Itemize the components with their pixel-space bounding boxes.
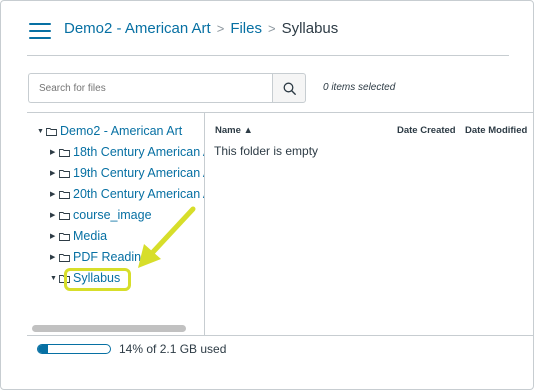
column-header-date-created[interactable]: Date Created — [397, 125, 456, 136]
collapsed-triangle-icon[interactable]: ▶ — [50, 211, 58, 219]
file-list: Name ▲ Date Created Date Modified This f… — [206, 113, 533, 335]
hamburger-menu-icon[interactable] — [29, 23, 51, 39]
breadcrumb-files-link[interactable]: Files — [230, 20, 262, 37]
search-input[interactable] — [28, 73, 272, 103]
tree-item-label: 20th Century American Art — [73, 187, 205, 201]
quota-progress-bar — [37, 344, 111, 354]
collapsed-triangle-icon[interactable]: ▶ — [50, 253, 58, 261]
collapsed-triangle-icon[interactable]: ▶ — [50, 190, 58, 198]
syllabus-highlight-callout — [64, 268, 131, 291]
tree-root[interactable]: ▼ Demo2 - American Art — [37, 122, 182, 140]
column-header-name[interactable]: Name ▲ — [215, 125, 253, 136]
breadcrumb-separator: > — [267, 21, 276, 36]
collapsed-triangle-icon[interactable]: ▶ — [50, 169, 58, 177]
folder-icon — [59, 253, 70, 262]
column-header-date-modified[interactable]: Date Modified — [465, 125, 527, 136]
empty-folder-message: This folder is empty — [214, 144, 319, 158]
quota-text: 14% of 2.1 GB used — [119, 342, 227, 356]
selected-count: 0 items selected — [323, 82, 396, 93]
breadcrumb-separator: > — [216, 21, 225, 36]
tree-item-label: course_image — [73, 208, 152, 222]
collapsed-triangle-icon[interactable]: ▶ — [50, 232, 58, 240]
tree-item-pdf-readings[interactable]: ▶ PDF Readings — [50, 248, 154, 266]
folder-icon — [46, 127, 57, 136]
file-browser: ▼ Demo2 - American Art ▶ 18th Century Am… — [27, 112, 533, 336]
folder-tree: ▼ Demo2 - American Art ▶ 18th Century Am… — [27, 113, 205, 335]
breadcrumb-current: Syllabus — [281, 20, 339, 37]
breadcrumb-course-link[interactable]: Demo2 - American Art — [64, 20, 211, 37]
search-button[interactable] — [272, 73, 306, 103]
quota-progress-fill — [38, 345, 49, 353]
tree-item-label: 18th Century American Art — [73, 145, 205, 159]
collapsed-triangle-icon[interactable]: ▶ — [50, 148, 58, 156]
folder-icon — [59, 211, 70, 220]
horizontal-scrollbar[interactable] — [32, 325, 186, 332]
expanded-triangle-icon[interactable]: ▼ — [50, 275, 58, 282]
search-icon — [283, 82, 296, 95]
tree-item-18th-century[interactable]: ▶ 18th Century American Art — [50, 143, 205, 161]
header-divider — [27, 55, 509, 56]
tree-item-19th-century[interactable]: ▶ 19th Century American Art — [50, 164, 205, 182]
folder-icon — [59, 232, 70, 241]
tree-item-course-image[interactable]: ▶ course_image — [50, 206, 152, 224]
tree-item-label: Media — [73, 229, 108, 243]
folder-icon — [59, 148, 70, 157]
files-page: Demo2 - American Art > Files > Syllabus 0 it… — [0, 0, 534, 390]
tree-item-20th-century[interactable]: ▶ 20th Century American Art — [50, 185, 205, 203]
page-header: Demo2 - American Art > Files > Syllabus — [1, 1, 533, 57]
breadcrumb: Demo2 - American Art > Files > Syllabus — [64, 20, 338, 37]
tree-item-media[interactable]: ▶ Media — [50, 227, 107, 245]
expanded-triangle-icon[interactable]: ▼ — [37, 128, 45, 135]
tree-root-label: Demo2 - American Art — [60, 124, 183, 138]
folder-icon — [59, 190, 70, 199]
tree-item-label: 19th Century American Art — [73, 166, 205, 180]
tree-item-label: PDF Readings — [73, 250, 155, 264]
folder-icon — [59, 169, 70, 178]
